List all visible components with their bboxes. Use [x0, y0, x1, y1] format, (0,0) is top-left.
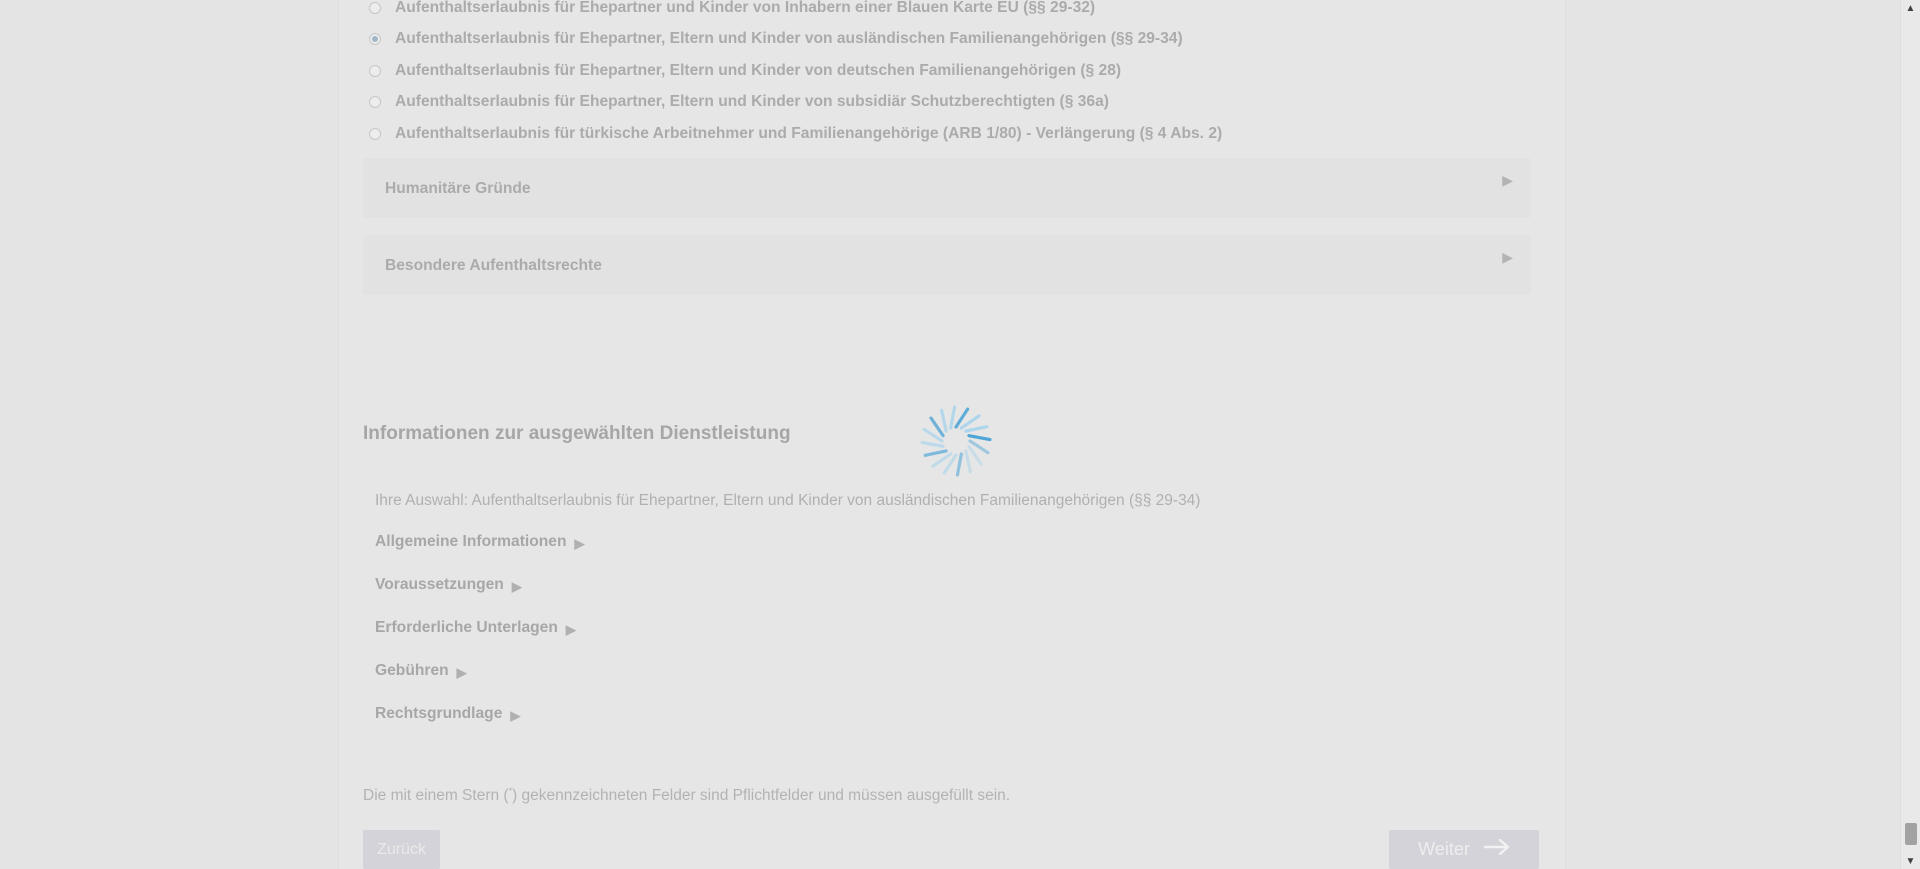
accordion-label: Besondere Aufenthaltsrechte — [385, 257, 602, 274]
radio-option-blue-card[interactable]: Aufenthaltserlaubnis für Ehepartner und … — [369, 0, 1222, 24]
expand-arrow-icon: ▶ — [1502, 172, 1513, 188]
link-legal-basis[interactable]: Rechtsgrundlage ▶ — [375, 705, 520, 723]
accordion-label: Humanitäre Gründe — [385, 180, 531, 197]
link-label[interactable]: Erforderliche Unterlagen — [375, 619, 558, 636]
link-requirements[interactable]: Voraussetzungen ▶ — [375, 576, 522, 594]
spinner-stroke — [940, 408, 948, 433]
expand-arrow-icon: ▶ — [510, 708, 521, 723]
spinner-stroke — [955, 452, 963, 477]
back-button[interactable]: Zurück — [363, 830, 440, 869]
arrow-right-icon — [1483, 838, 1510, 860]
radio-label[interactable]: Aufenthaltserlaubnis für Ehepartner, Elt… — [395, 62, 1121, 80]
radio-option-foreign-family[interactable]: Aufenthaltserlaubnis für Ehepartner, Elt… — [369, 24, 1222, 56]
link-required-documents[interactable]: Erforderliche Unterlagen ▶ — [375, 619, 576, 637]
spinner-stroke — [964, 449, 972, 474]
expand-arrow-icon: ▶ — [1502, 249, 1513, 265]
loading-spinner-icon — [920, 405, 992, 477]
radio-button[interactable] — [369, 96, 381, 109]
radio-button[interactable] — [369, 1, 381, 14]
link-label[interactable]: Gebühren — [375, 662, 449, 679]
spinner-stroke — [923, 449, 948, 457]
accordion-special-residence-rights[interactable]: Besondere Aufenthaltsrechte ▶ — [363, 235, 1531, 295]
page: Aufenthaltserlaubnis für Ehepartner und … — [0, 0, 1900, 869]
note-text-start: Die mit einem Stern ( — [363, 787, 509, 805]
accordion-humanitarian-reasons[interactable]: Humanitäre Gründe ▶ — [363, 158, 1531, 218]
radio-label[interactable]: Aufenthaltserlaubnis für Ehepartner und … — [395, 0, 1095, 17]
link-label[interactable]: Rechtsgrundlage — [375, 705, 502, 722]
radio-button[interactable] — [369, 64, 381, 77]
scroll-down-arrow-icon[interactable]: ▼ — [1901, 853, 1920, 869]
next-button[interactable]: Weiter — [1389, 830, 1539, 869]
selected-service-text: Ihre Auswahl: Aufenthaltserlaubnis für E… — [375, 492, 1201, 509]
link-label[interactable]: Voraussetzungen — [375, 576, 504, 593]
spinner-stroke — [920, 440, 945, 448]
scroll-up-arrow-icon[interactable]: ▲ — [1901, 0, 1920, 16]
spinner-stroke — [949, 405, 957, 430]
radio-button-selected[interactable] — [369, 33, 381, 46]
link-fees[interactable]: Gebühren ▶ — [375, 662, 467, 680]
radio-option-german-family[interactable]: Aufenthaltserlaubnis für Ehepartner, Elt… — [369, 55, 1222, 87]
spinner-stroke — [967, 444, 983, 466]
expand-arrow-icon: ▶ — [565, 622, 576, 637]
radio-label[interactable]: Aufenthaltserlaubnis für Ehepartner, Elt… — [395, 93, 1109, 111]
radio-label[interactable]: Aufenthaltserlaubnis für türkische Arbei… — [395, 125, 1222, 143]
expand-arrow-icon: ▶ — [456, 665, 467, 680]
link-general-information[interactable]: Allgemeine Informationen ▶ — [375, 533, 584, 551]
note-text-end: ) gekennzeichneten Felder sind Pflichtfe… — [512, 787, 1011, 805]
required-fields-note: Die mit einem Stern (*) gekennzeichneten… — [363, 786, 1010, 805]
next-button-label: Weiter — [1418, 839, 1470, 859]
radio-option-subsidiary-protection[interactable]: Aufenthaltserlaubnis für Ehepartner, Elt… — [369, 87, 1222, 119]
expand-arrow-icon: ▶ — [511, 579, 522, 594]
radio-label[interactable]: Aufenthaltserlaubnis für Ehepartner, Elt… — [395, 30, 1183, 48]
vertical-scrollbar[interactable]: ▲ ▼ — [1900, 0, 1920, 869]
radio-option-turkish-workers[interactable]: Aufenthaltserlaubnis für türkische Arbei… — [369, 118, 1222, 150]
link-label[interactable]: Allgemeine Informationen — [375, 533, 566, 550]
radio-button[interactable] — [369, 127, 381, 140]
spinner-stroke — [967, 434, 992, 442]
expand-arrow-icon: ▶ — [574, 536, 585, 551]
residence-permit-options: Aufenthaltserlaubnis für Ehepartner und … — [369, 0, 1222, 150]
spinner-stroke — [929, 416, 945, 438]
scrollbar-thumb[interactable] — [1905, 823, 1917, 845]
section-title: Informationen zur ausgewählten Dienstlei… — [363, 423, 791, 444]
spinner-stroke — [959, 414, 981, 430]
spinner-stroke — [931, 452, 953, 468]
spinner-stroke — [964, 425, 989, 433]
back-button-label: Zurück — [377, 840, 426, 858]
